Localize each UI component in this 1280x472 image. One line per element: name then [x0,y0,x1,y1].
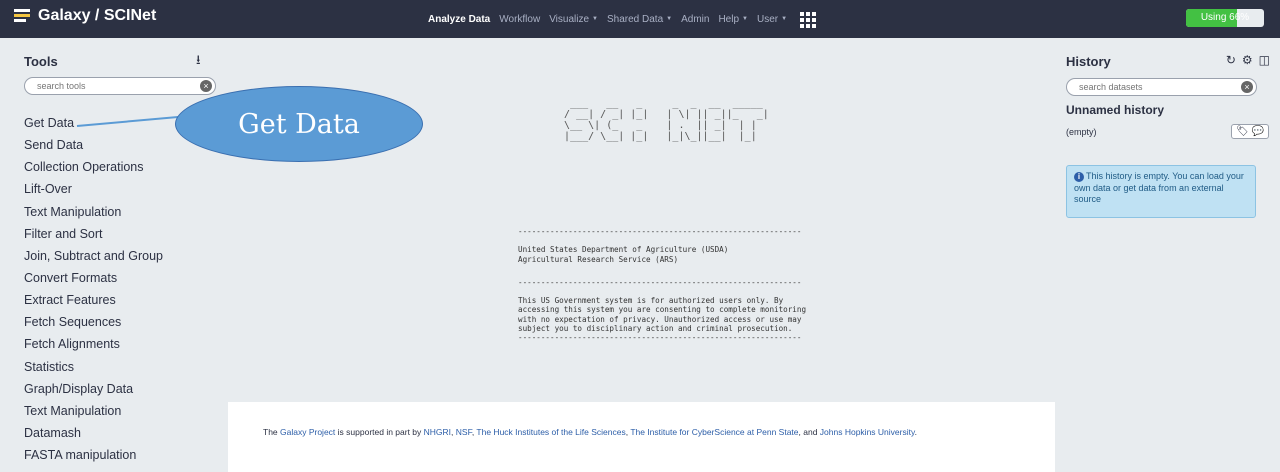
nav-item-user[interactable]: User ▼ [757,14,787,25]
tool-section[interactable]: Get Data [24,112,163,134]
chevron-down-icon: ▼ [781,16,788,22]
history-panel: History ↻ ⚙ ◫ × Unnamed history (empty) … [1055,38,1280,472]
tool-section[interactable]: Graph/Display Data [24,378,163,400]
history-search-input[interactable] [1067,79,1256,95]
chevron-down-icon: ▼ [742,16,748,22]
nav-item-label: Shared Data [606,13,664,25]
annotation-bubble: Get Data [175,86,423,162]
nav-item-label: Help [718,13,740,25]
warning-line: subject you to disciplinary action and c… [518,324,793,334]
masthead: Galaxy / SCINet Analyze Data Workflow Visu… [0,0,1280,38]
tool-section[interactable]: Fetch Alignments [24,333,163,355]
upload-icon[interactable]: ⭳ [196,51,201,73]
footer-text: is supported in part by [335,427,424,437]
divider: ----------------------------------------… [518,333,802,343]
nhgri-link[interactable]: NHGRI [424,427,451,437]
tool-section[interactable]: Collection Operations [24,156,163,178]
history-name[interactable]: Unnamed history [1066,103,1164,117]
tool-panel-title: Tools [24,54,58,69]
tool-section[interactable]: Text Manipulation [24,400,163,422]
huck-link[interactable]: The Huck Institutes of the Life Sciences [476,427,625,437]
tool-section[interactable]: Filter and Sort [24,223,163,245]
main-nav: Analyze Data Workflow Visualize ▼ Shared Dat… [428,0,817,38]
nav-item-label: User [756,13,779,25]
nsf-link[interactable]: NSF [456,427,472,437]
nav-item-label: Workflow [499,13,541,25]
clear-search-icon[interactable]: × [1241,81,1253,93]
history-empty-message: i This history is empty. You can load you… [1066,165,1256,218]
tool-section[interactable]: Lift-Over [24,178,163,200]
usda-notice: ----------------------------------------… [518,227,806,343]
tool-section[interactable]: Statistics [24,356,163,378]
app-title: Galaxy / SCINet [38,7,157,24]
divider: ----------------------------------------… [518,227,802,236]
nav-item-visualize[interactable]: Visualize ▼ [549,14,598,25]
tool-section[interactable]: Join, Subtract and Group [24,245,163,267]
usda-line: Agricultural Research Service (ARS) [518,254,679,264]
tags-annotation-icon[interactable]: 🏷 💬 [1231,124,1269,139]
info-icon: i [1074,172,1084,182]
quota-label: Using 66% [1200,12,1250,23]
refresh-icon[interactable]: ↻ [1226,53,1236,67]
warning-line: accessing this system you are consenting… [518,305,807,315]
nav-item-analyze-data[interactable]: Analyze Data [428,14,490,25]
history-empty-text: This history is empty. You can load your… [1074,171,1244,204]
tool-search[interactable]: × [24,77,216,95]
nav-item-label: Analyze Data [428,13,491,25]
columns-icon[interactable]: ◫ [1259,53,1270,67]
history-search[interactable]: × [1066,78,1257,96]
history-options: ↻ ⚙ ◫ [1226,53,1270,67]
history-title: History [1066,54,1111,69]
warning-line: with no expectation of privacy. Unauthor… [518,314,802,324]
quota-meter[interactable]: Using 66% [1186,9,1264,27]
scinet-ascii-logo: ___ __ _ _ _ __ _____ / __| / _| |_| | \… [564,98,769,142]
brand[interactable]: Galaxy / SCINet [14,7,156,25]
tool-section[interactable]: Extract Features [24,289,163,311]
tool-section-list: Get Data Send Data Collection Operations Li… [24,112,163,466]
nav-item-admin[interactable]: Admin [681,14,709,25]
apps-grid-icon[interactable] [800,12,817,28]
clear-search-icon[interactable]: × [200,80,212,92]
usda-line: United States Department of Agriculture … [518,245,729,255]
tool-section[interactable]: Fetch Sequences [24,311,163,333]
nav-item-help[interactable]: Help ▼ [718,14,748,25]
annotation-label: Get Data [238,108,360,140]
footer: The Galaxy Project is supported in part … [228,402,1055,472]
gear-icon[interactable]: ⚙ [1242,53,1253,67]
tool-section[interactable]: Convert Formats [24,267,163,289]
chevron-down-icon: ▼ [592,16,598,22]
footer-text: , and [798,427,820,437]
icds-link[interactable]: The Institute for CyberScience at Penn S… [630,427,798,437]
divider: ----------------------------------------… [518,277,802,287]
tool-section[interactable]: Datamash [24,422,163,444]
nav-item-workflow[interactable]: Workflow [499,14,540,25]
galaxy-project-link[interactable]: Galaxy Project [280,427,335,437]
tool-section[interactable]: Text Manipulation [24,201,163,223]
footer-text: . [914,427,917,437]
chevron-down-icon: ▼ [666,16,673,22]
history-size: (empty) [1066,127,1097,137]
tool-section[interactable]: Send Data [24,134,163,156]
nav-item-label: Visualize [549,13,590,25]
nav-item-label: Admin [681,13,710,25]
footer-text: The [263,427,281,437]
nav-item-shared-data[interactable]: Shared Data ▼ [607,14,672,25]
jhu-link[interactable]: Johns Hopkins University [820,427,915,437]
galaxy-logo-icon [14,8,30,24]
tool-search-input[interactable] [25,78,215,94]
tool-section[interactable]: FASTA manipulation [24,444,163,466]
warning-line: This US Government system is for authori… [518,296,784,306]
